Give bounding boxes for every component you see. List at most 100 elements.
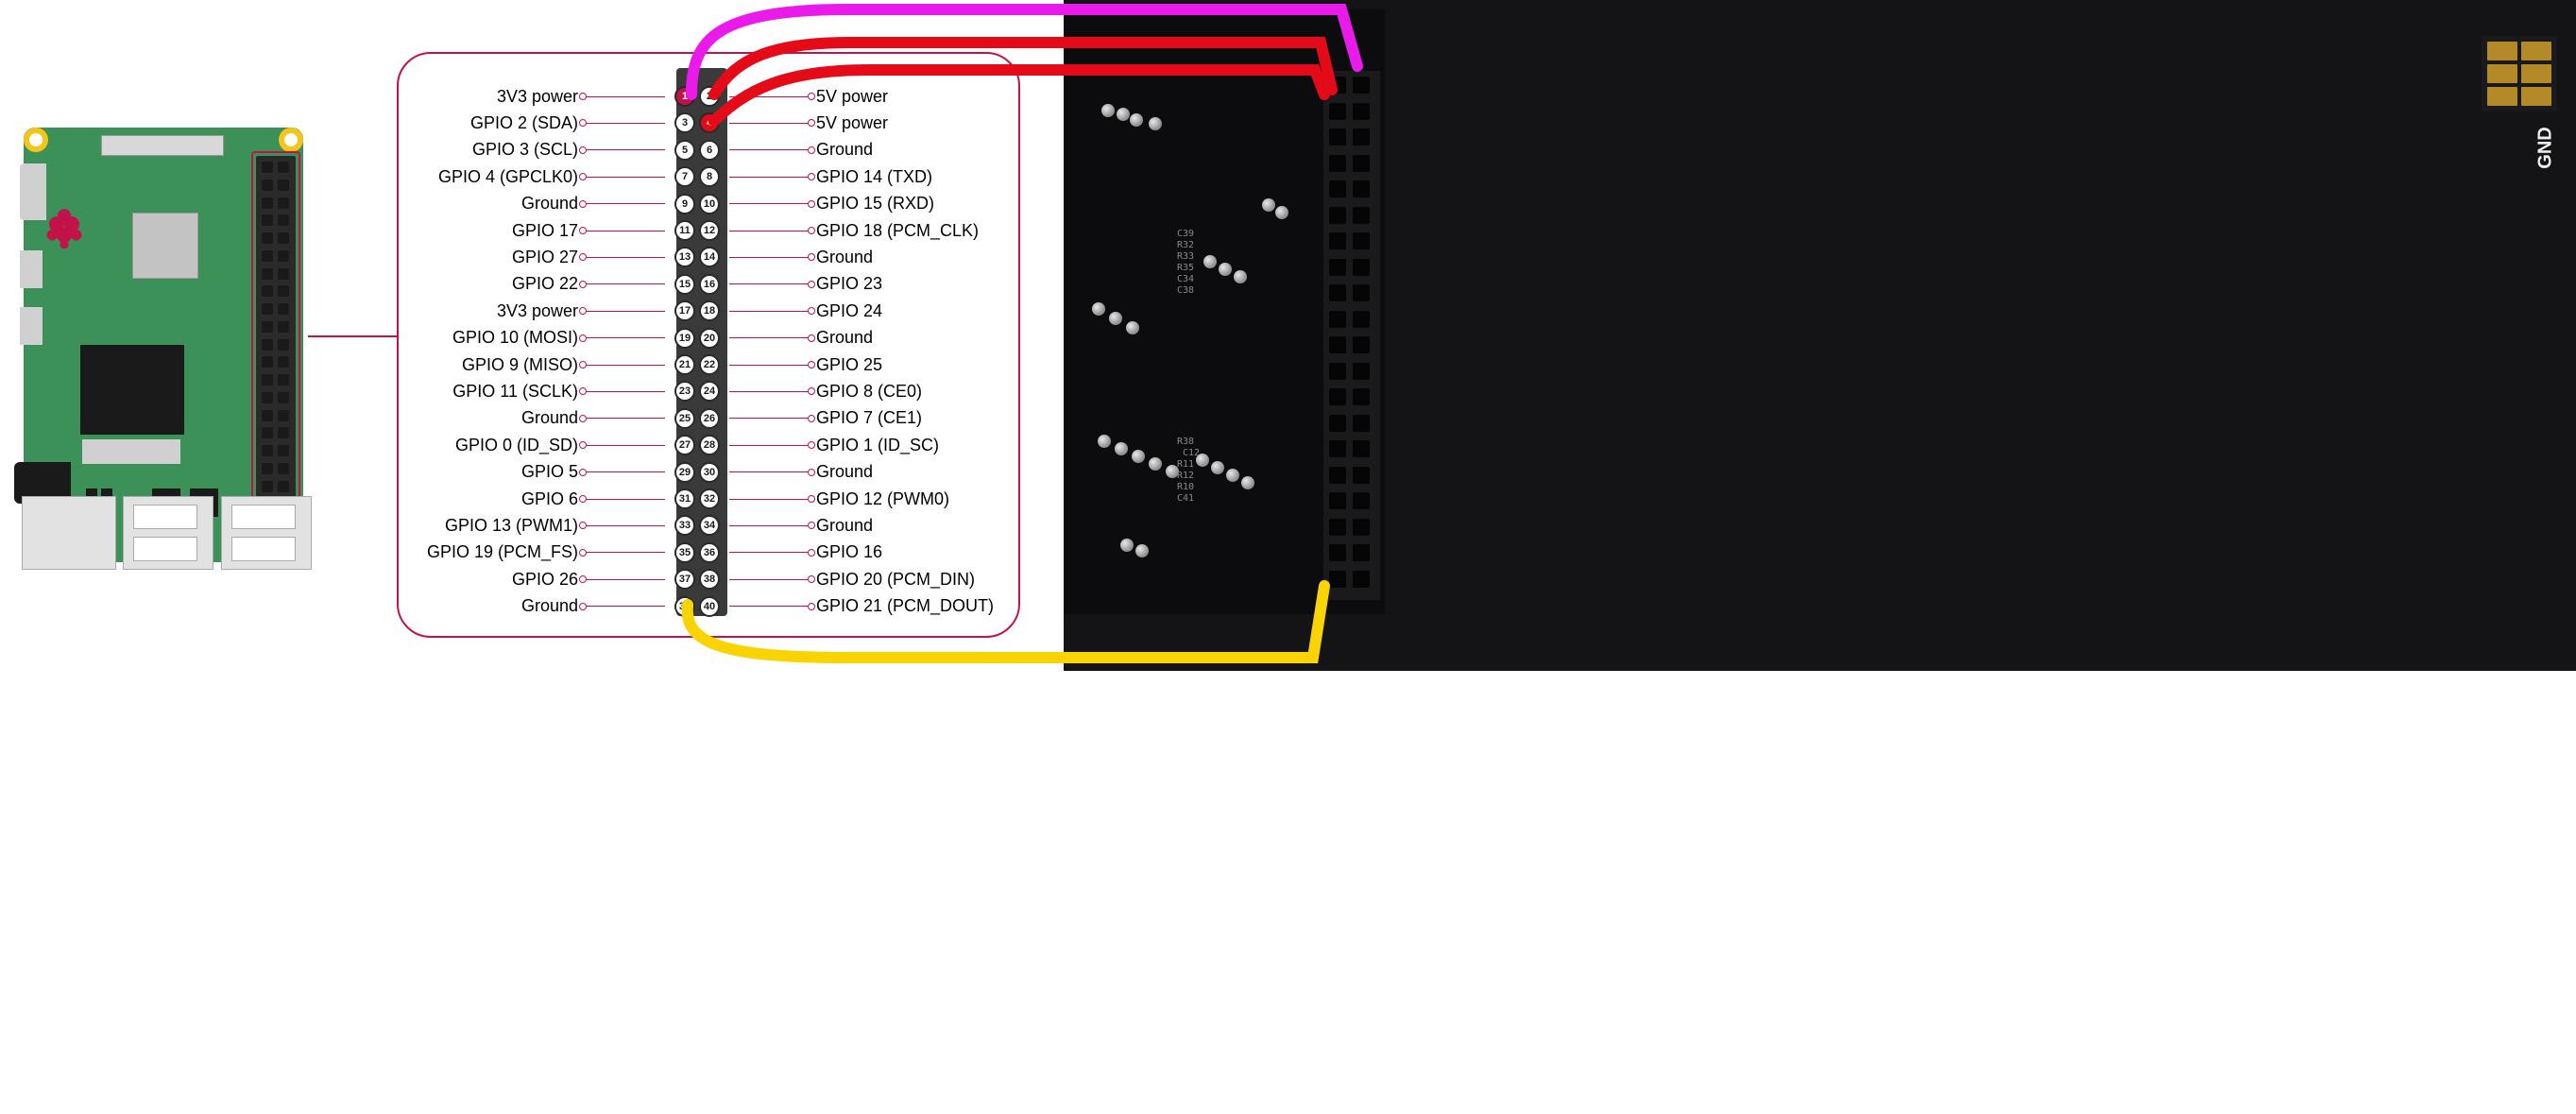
silkscreen-ref: C38 [1177, 285, 1194, 296]
pin-leader-line [729, 499, 809, 500]
pin-leader-line [729, 525, 809, 526]
pin-label-left: 3V3 power [425, 301, 586, 321]
pin-label-left: GPIO 22 [425, 274, 586, 294]
pin-label-left: GPIO 13 (PWM1) [425, 516, 586, 536]
pin-number-pair: 2526 [665, 408, 729, 429]
pin-label-right: GPIO 16 [809, 542, 998, 562]
pin-label-left: GPIO 19 (PCM_FS) [425, 542, 586, 562]
pin-number: 16 [699, 274, 720, 295]
solder-joint-icon [1262, 198, 1275, 212]
pin-row: GPIO 221516GPIO 23 [425, 271, 1007, 298]
solder-joint-icon [1120, 539, 1134, 552]
pin-number: 25 [674, 408, 695, 429]
mounting-hole-icon [24, 128, 48, 152]
pin-number: 11 [674, 220, 695, 241]
pin-number-pair: 1718 [665, 300, 729, 321]
cpu-chip [132, 213, 198, 279]
pin-leader-line [729, 365, 809, 366]
pin-label-right: GPIO 25 [809, 355, 998, 375]
pin-label-right: GPIO 1 (ID_SC) [809, 436, 998, 455]
pin-row: Ground 2526 GPIO 7 (CE1) [425, 405, 1007, 432]
pin-number: 8 [699, 166, 720, 187]
ethernet-port [22, 496, 116, 570]
pin-number: 20 [699, 328, 720, 349]
silkscreen-ref: R35 [1177, 263, 1194, 273]
pin-row: GPIO 9 (MISO)2122GPIO 25 [425, 351, 1007, 378]
solder-joint-icon [1101, 104, 1115, 117]
pin-number: 30 [699, 462, 720, 483]
pin-number: 1 [674, 86, 695, 107]
pin-leader-line [586, 418, 665, 419]
pin-label-left: GPIO 6 [425, 489, 586, 509]
silkscreen-ref: C39 [1177, 229, 1194, 239]
pin-number-pair: 3940 [665, 596, 729, 617]
pin-label-left: GPIO 11 (SCLK) [425, 382, 586, 402]
pin-number-pair: 2324 [665, 381, 729, 402]
pin-label-left: Ground [425, 408, 586, 428]
callout-line [308, 335, 397, 337]
pin-label-left: GPIO 26 [425, 570, 586, 590]
solder-joint-icon [1130, 113, 1143, 127]
solder-joint-icon [1126, 321, 1139, 334]
pin-label-right: 5V power [809, 87, 998, 107]
pin-number: 7 [674, 166, 695, 187]
sd-slot [82, 439, 180, 464]
pin-leader-line [586, 471, 665, 472]
pin-leader-line [729, 203, 809, 204]
pin-leader-line [586, 525, 665, 526]
pin-label-left: GPIO 2 (SDA) [425, 113, 586, 133]
pin-label-right: GPIO 15 (RXD) [809, 194, 998, 214]
pin-number-pair: 3334 [665, 515, 729, 536]
pin-leader-line [586, 391, 665, 392]
silkscreen-ref: R11 [1177, 459, 1194, 470]
pin-label-right: GPIO 8 (CE0) [809, 382, 998, 402]
pin-number: 37 [674, 569, 695, 590]
pin-leader-line [729, 579, 809, 580]
pin-number-pair: 78 [665, 166, 729, 187]
pin-label-left: GPIO 4 (GPCLK0) [425, 167, 586, 187]
solder-joint-icon [1098, 435, 1111, 448]
pin-number-pair: 3132 [665, 488, 729, 509]
pin-label-left: GPIO 10 (MOSI) [425, 328, 586, 348]
pin-leader-line [586, 123, 665, 124]
pin-number-pair: 56 [665, 140, 729, 161]
pin-row: GPIO 13 (PWM1)3334Ground [425, 512, 1007, 539]
pin-leader-line [729, 311, 809, 312]
usb-c-port [20, 163, 46, 220]
pin-row: GPIO 271314Ground [425, 244, 1007, 270]
pin-number-pair: 34 [665, 112, 729, 133]
silkscreen-ref: C34 [1177, 274, 1194, 284]
solder-joint-icon [1203, 255, 1217, 268]
pin-label-right: GPIO 21 (PCM_DOUT) [809, 596, 998, 616]
solder-joint-icon [1234, 270, 1247, 283]
ram-chip [80, 345, 184, 435]
usb-ports [123, 496, 312, 570]
pin-leader-line [586, 606, 665, 607]
gnd-silkscreen-label: GND [2534, 127, 2556, 168]
pin-leader-line [729, 391, 809, 392]
pin-label-left: 3V3 power [425, 87, 586, 107]
pin-label-left: GPIO 9 (MISO) [425, 355, 586, 375]
pin-number-pair: 1314 [665, 247, 729, 267]
solder-joint-icon [1109, 312, 1122, 325]
pin-number: 38 [699, 569, 720, 590]
gpio-header-on-board [256, 156, 296, 520]
pin-row: GPIO 52930Ground [425, 459, 1007, 486]
pin-number: 34 [699, 515, 720, 536]
silkscreen-ref: R38 [1177, 437, 1194, 447]
pin-leader-line [586, 177, 665, 178]
pin-leader-line [729, 418, 809, 419]
pin-label-right: GPIO 7 (CE1) [809, 408, 998, 428]
solder-joint-icon [1149, 117, 1162, 130]
pin-leader-line [586, 445, 665, 446]
usb-block [123, 496, 213, 570]
pin-row: GPIO 19 (PCM_FS) 3536 GPIO 16 [425, 540, 1007, 566]
pin-number: 29 [674, 462, 695, 483]
pin-number: 6 [699, 140, 720, 161]
pin-leader-line [586, 203, 665, 204]
pin-number-pair: 2930 [665, 462, 729, 483]
hdmi-port [20, 307, 43, 345]
pin-number-pair: 3536 [665, 542, 729, 563]
silkscreen-ref: R33 [1177, 251, 1194, 262]
pin-label-left: GPIO 17 [425, 221, 586, 241]
